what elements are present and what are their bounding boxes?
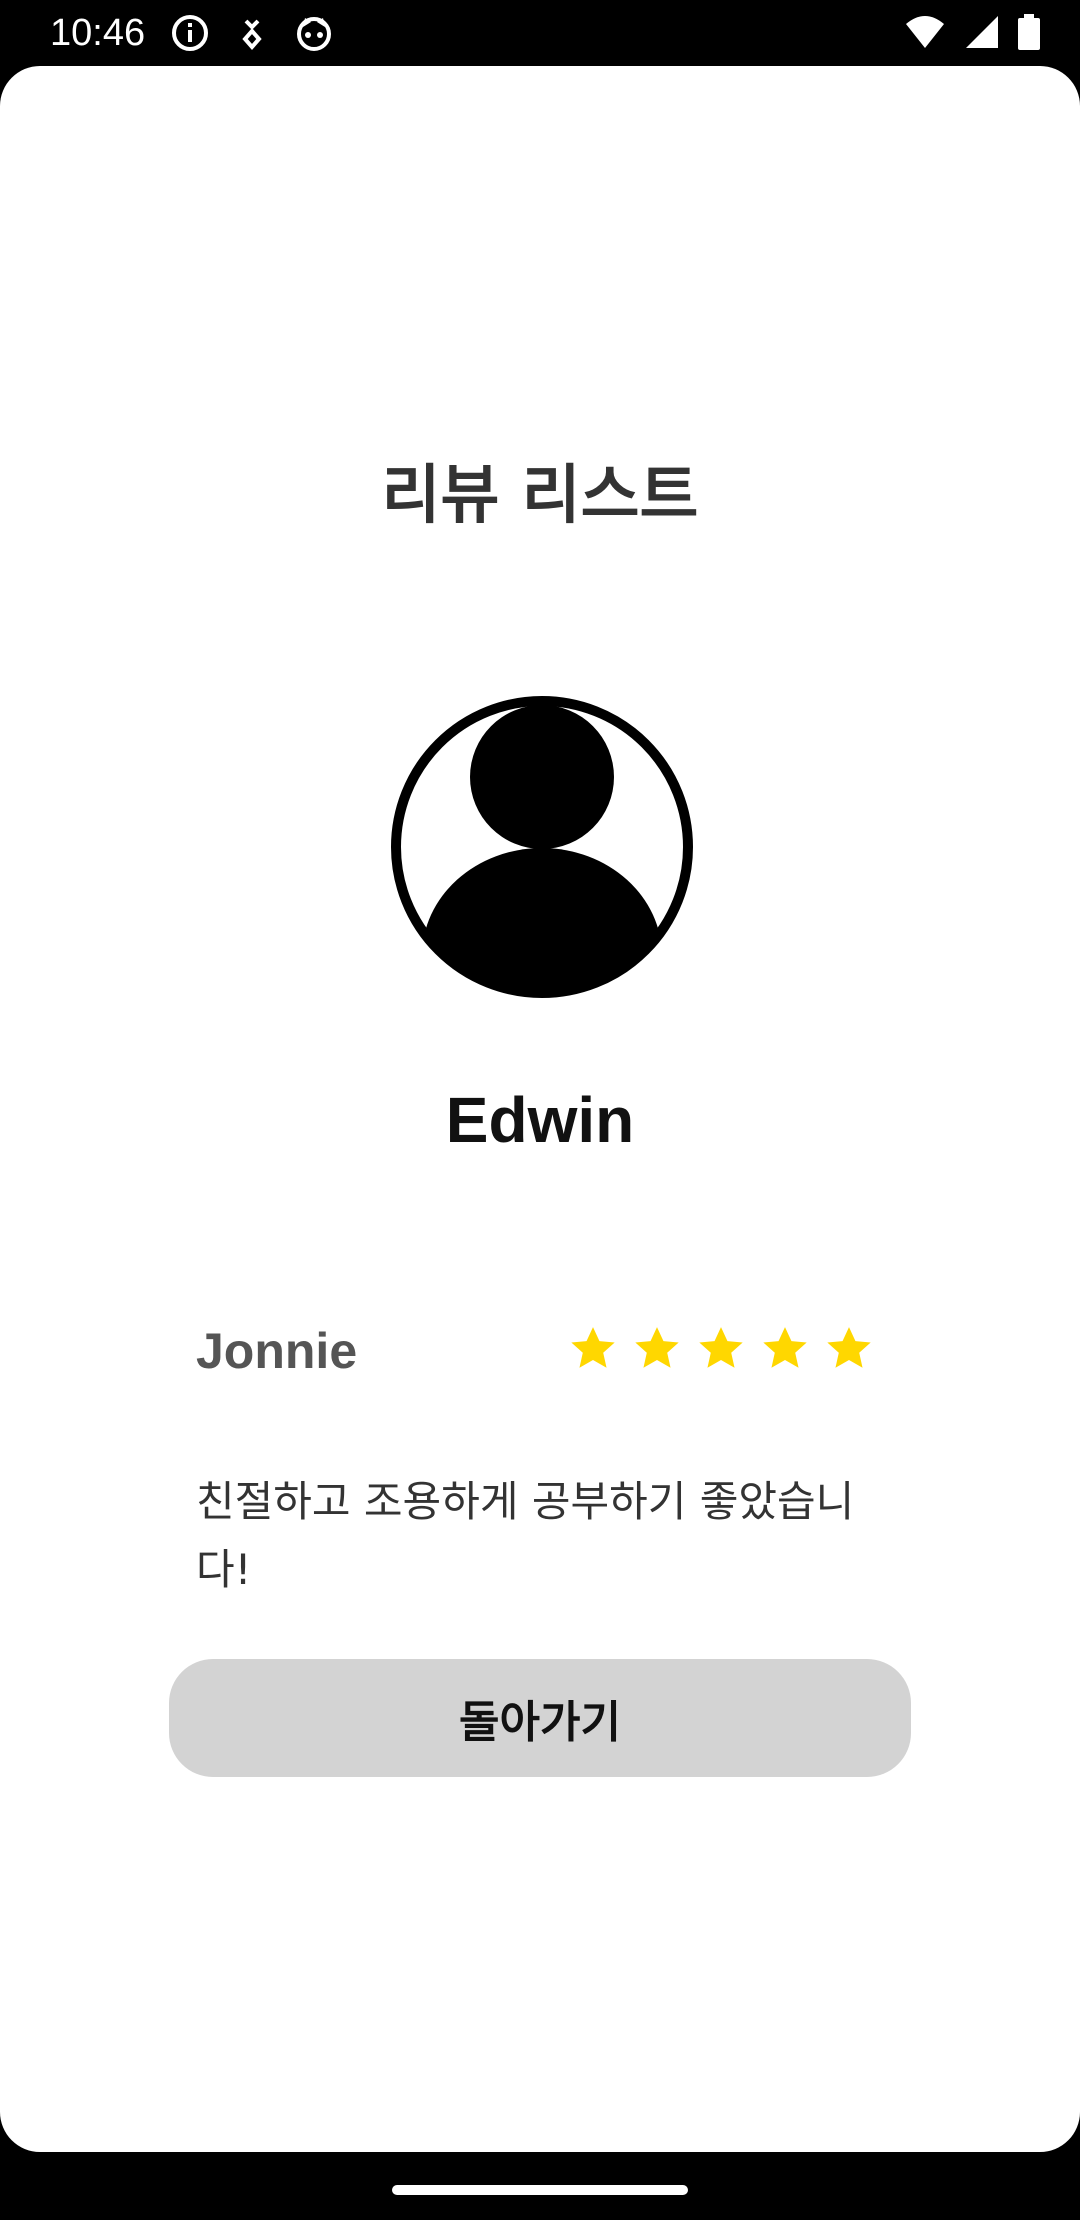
star-rating [568, 1324, 874, 1374]
back-button[interactable]: 돌아가기 [169, 1659, 911, 1777]
status-icons-left [170, 13, 334, 57]
battery-icon [1018, 14, 1040, 54]
star-icon [763, 1327, 807, 1368]
wifi-icon [904, 14, 946, 54]
star-icon [827, 1327, 871, 1368]
status-bar: 10:46 [0, 0, 1080, 66]
home-indicator[interactable] [392, 2185, 688, 2195]
star-icon [571, 1327, 615, 1368]
review-text: 친절하고 조용하게 공부하기 좋았습니다! [196, 1477, 855, 1594]
star-icon [699, 1327, 743, 1368]
user-avatar-icon [390, 694, 694, 1000]
status-icons-right [904, 14, 1040, 54]
star-icon [635, 1327, 679, 1368]
profile-name: Edwin [445, 1084, 635, 1156]
cat-face-icon [294, 13, 334, 57]
download-icon [232, 13, 272, 57]
info-icon [170, 13, 210, 57]
cell-signal-icon [964, 14, 1000, 54]
reviewer-name: Jonnie [196, 1323, 358, 1379]
page-title: 리뷰 리스트 [381, 459, 699, 533]
app-screen: 리뷰 리스트 Edwin Jonnie 친절하고 조용하게 공부하기 좋았습니다… [0, 66, 1080, 2152]
status-time: 10:46 [50, 12, 146, 54]
